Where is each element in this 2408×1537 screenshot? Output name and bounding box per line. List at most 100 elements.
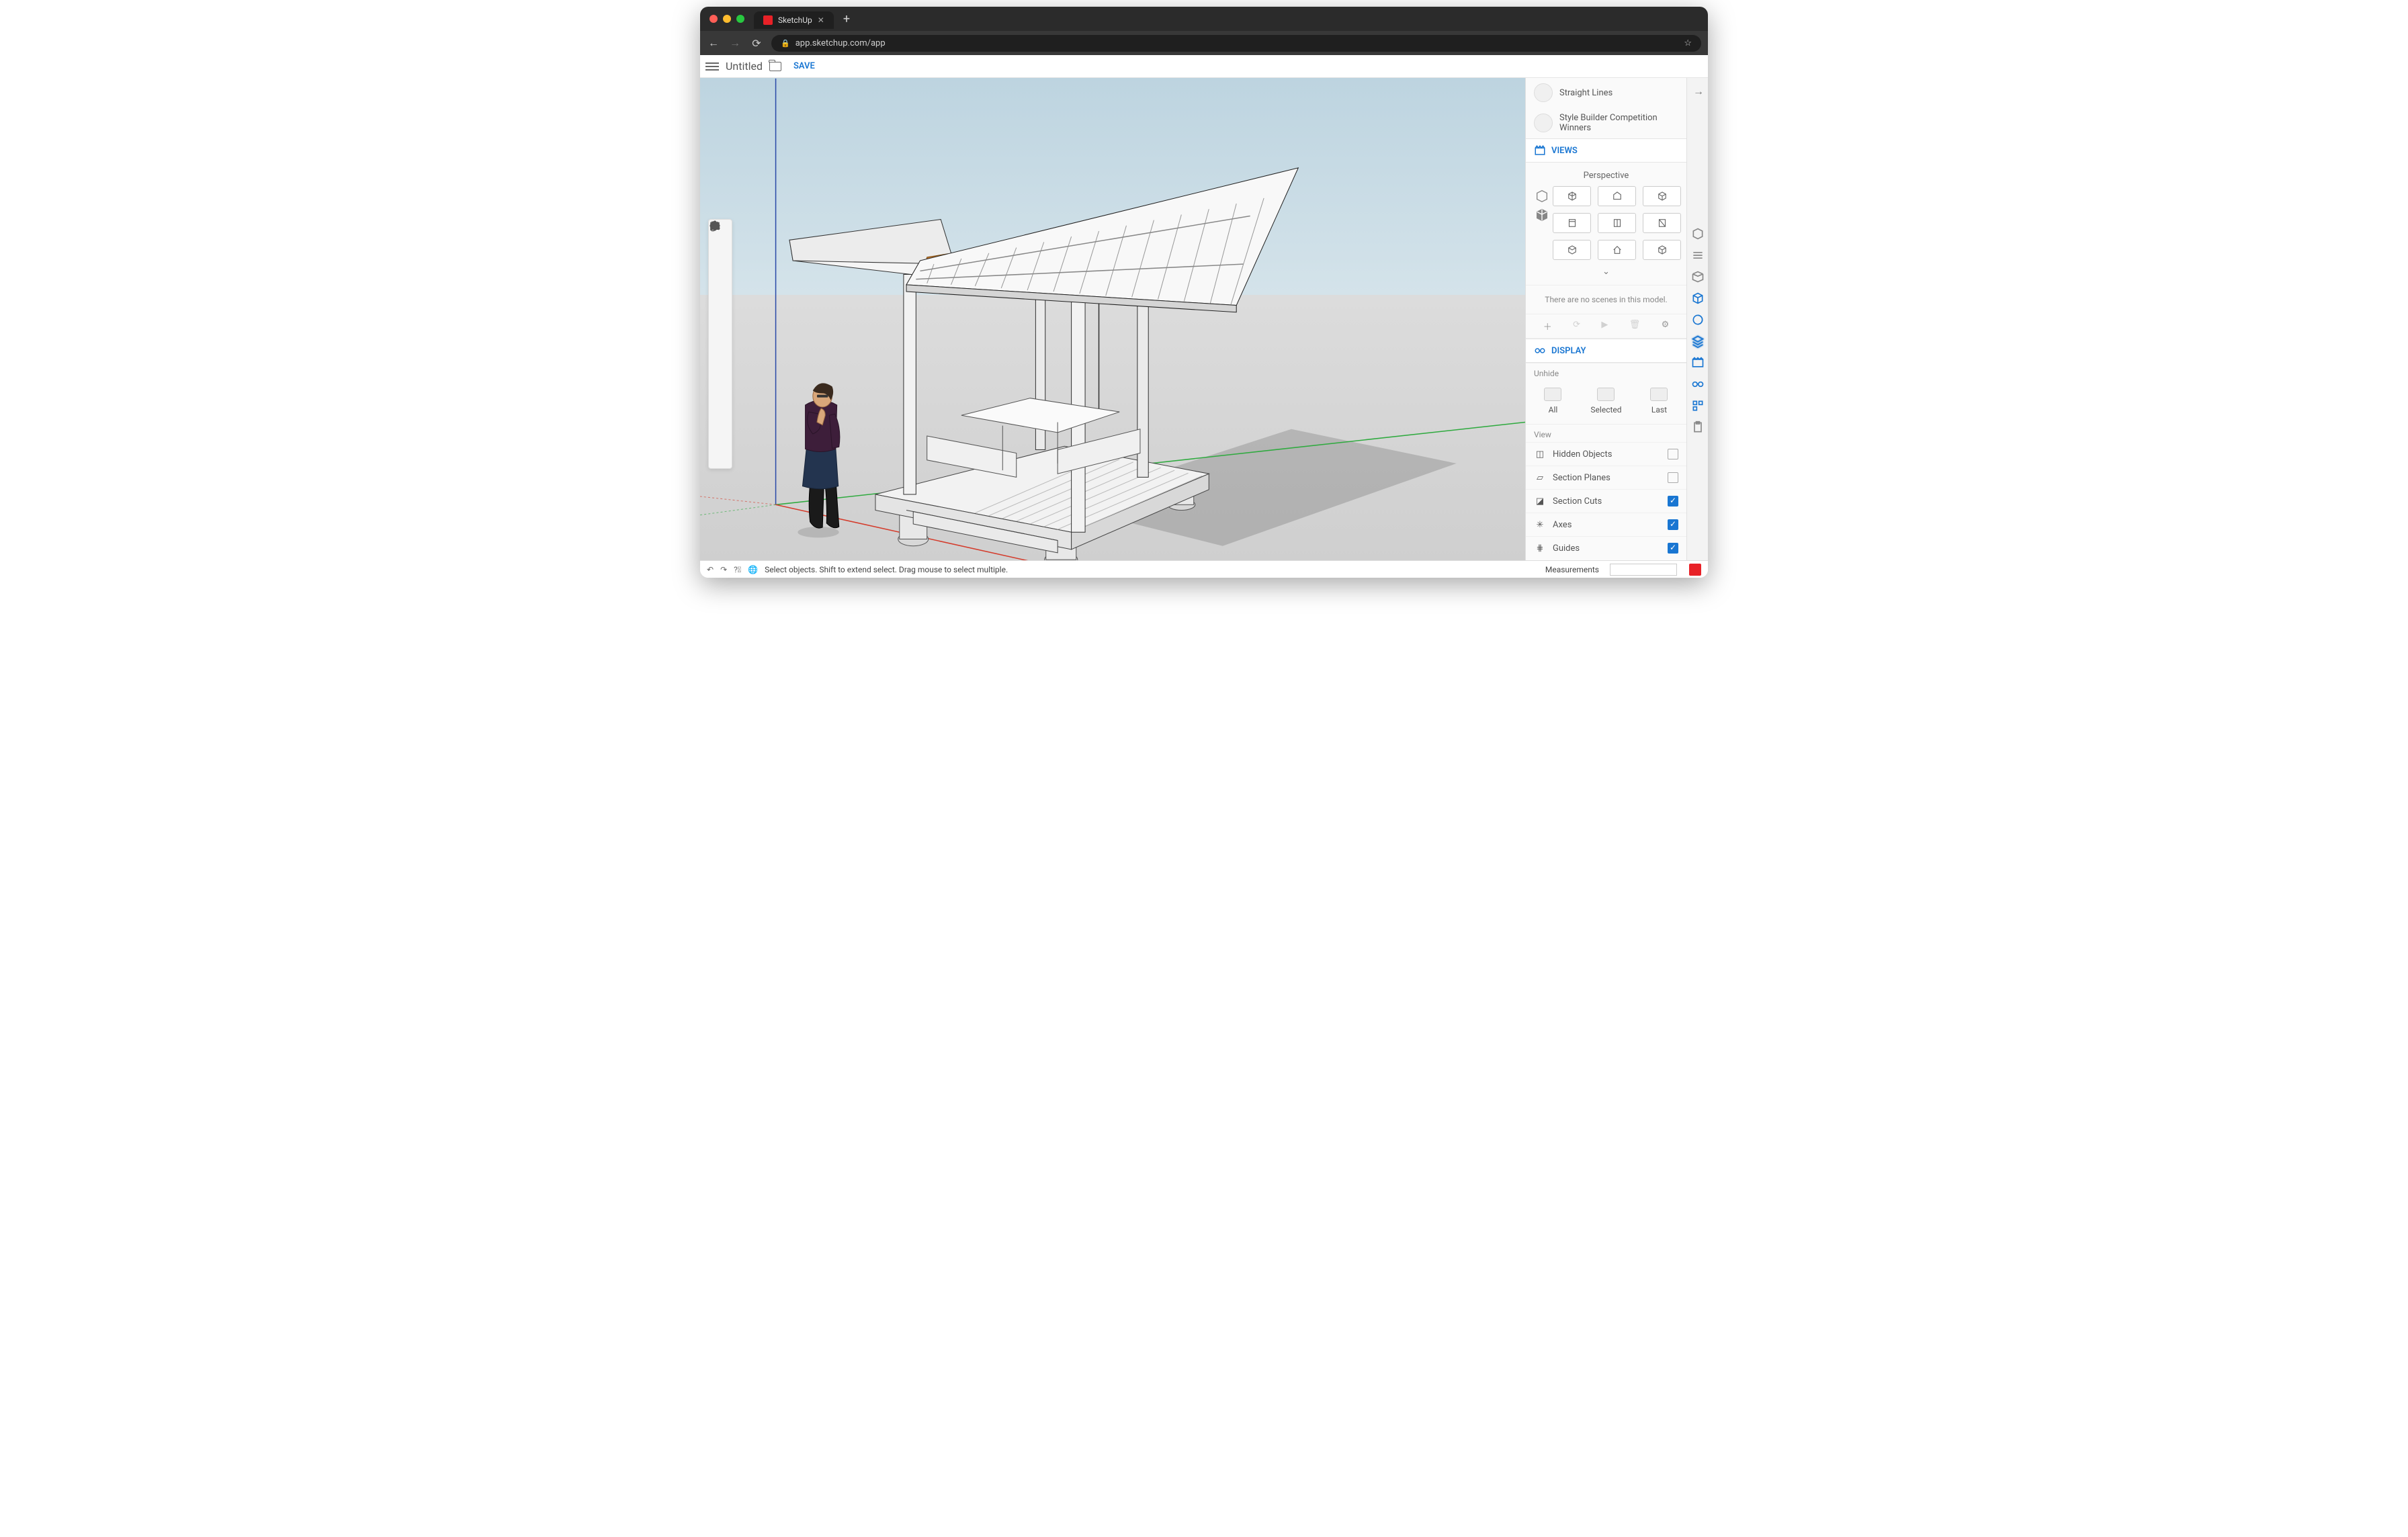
unhide-selected-button[interactable]: Selected — [1590, 388, 1621, 414]
app-window: SketchUp ✕ + ← → ⟳ 🔒 app.sketchup.com/ap… — [700, 7, 1708, 578]
maximize-window-icon[interactable] — [736, 15, 744, 23]
unhide-all-icon — [1544, 388, 1561, 401]
refresh-scene-icon[interactable]: ⟳ — [1573, 320, 1580, 333]
add-scene-icon[interactable]: ＋ — [1543, 320, 1552, 333]
arc-tool-icon[interactable] — [712, 316, 729, 334]
view-home-button[interactable] — [1598, 240, 1636, 260]
close-tab-icon[interactable]: ✕ — [818, 15, 824, 25]
section-cuts-icon: ◪ — [1534, 495, 1546, 507]
scene-settings-icon[interactable]: ⚙ — [1662, 320, 1670, 333]
hidden-objects-icon: ◫ — [1534, 448, 1546, 460]
views-section-header[interactable]: VIEWS — [1526, 138, 1686, 163]
projection-label: Perspective — [1531, 168, 1681, 186]
glasses-icon — [1534, 345, 1546, 357]
move-tool-icon[interactable] — [712, 392, 729, 409]
display-title: DISPLAY — [1551, 346, 1586, 356]
entity-info-icon[interactable] — [1691, 227, 1705, 240]
window-controls[interactable] — [705, 15, 748, 23]
orbit-tool-icon[interactable] — [712, 429, 729, 447]
pencil-tool-icon[interactable] — [712, 298, 729, 315]
toggle-label: Hidden Objects — [1553, 449, 1612, 459]
open-file-icon[interactable] — [769, 62, 781, 71]
play-scene-icon[interactable]: ▶ — [1601, 320, 1608, 333]
select-tool-icon[interactable] — [712, 241, 729, 259]
unhide-all-button[interactable]: All — [1544, 388, 1561, 414]
menu-button[interactable] — [705, 62, 719, 71]
paint-bucket-tool-icon[interactable] — [712, 279, 729, 296]
minimize-window-icon[interactable] — [723, 15, 731, 23]
outliner-icon[interactable] — [1691, 399, 1705, 412]
view-left-button[interactable] — [1643, 213, 1681, 233]
iso-mode-icon[interactable] — [1535, 189, 1549, 204]
toggle-label: Axes — [1553, 520, 1572, 530]
toggle-hidden-objects[interactable]: ◫ Hidden Objects — [1526, 442, 1686, 466]
checkbox-icon[interactable] — [1668, 543, 1678, 554]
toggle-section-cuts[interactable]: ◪ Section Cuts — [1526, 489, 1686, 513]
materials-icon[interactable] — [1691, 292, 1705, 305]
document-title: Untitled — [726, 60, 763, 73]
checkbox-icon[interactable] — [1668, 519, 1678, 530]
new-tab-button[interactable]: + — [839, 12, 854, 26]
perspective-mode-icon[interactable] — [1535, 208, 1549, 222]
reload-button[interactable]: ⟳ — [750, 37, 763, 50]
checkbox-icon[interactable] — [1668, 472, 1678, 483]
sketchup-favicon-icon — [763, 15, 773, 25]
toggle-section-planes[interactable]: ▱ Section Planes — [1526, 466, 1686, 489]
bookmark-star-icon[interactable]: ☆ — [1684, 38, 1692, 48]
warehouse-tool-icon[interactable] — [712, 448, 729, 466]
delete-scene-icon[interactable]: 🗑 — [1629, 320, 1641, 333]
axes-icon: ✳ — [1534, 519, 1546, 531]
display-section-header[interactable]: DISPLAY — [1526, 339, 1686, 363]
viewport[interactable] — [700, 78, 1525, 560]
styles-icon[interactable] — [1691, 313, 1705, 326]
style-item-competition-winners[interactable]: Style Builder Competition Winners — [1526, 107, 1686, 138]
offset-tool-icon[interactable] — [712, 373, 729, 390]
view-top-button[interactable] — [1598, 186, 1636, 206]
style-label: Straight Lines — [1559, 88, 1612, 98]
unhide-last-button[interactable]: Last — [1650, 388, 1668, 414]
style-thumb-icon — [1534, 114, 1553, 132]
unhide-selected-icon — [1597, 388, 1615, 401]
instructor-icon[interactable] — [1691, 249, 1705, 262]
save-button[interactable]: SAVE — [788, 58, 820, 74]
measurements-input[interactable] — [1610, 564, 1677, 576]
style-item-straight-lines[interactable]: Straight Lines — [1526, 78, 1686, 107]
back-button[interactable]: ← — [707, 36, 720, 50]
checkbox-icon[interactable] — [1668, 496, 1678, 507]
scenes-empty-message: There are no scenes in this model. — [1526, 285, 1686, 314]
inspector-panel: Straight Lines Style Builder Competition… — [1525, 78, 1686, 560]
view-right-button[interactable] — [1553, 213, 1591, 233]
close-window-icon[interactable] — [710, 15, 718, 23]
address-bar[interactable]: 🔒 app.sketchup.com/app ☆ — [771, 35, 1701, 52]
view-iso2-button[interactable] — [1643, 240, 1681, 260]
view-bottom-button[interactable] — [1553, 240, 1591, 260]
view-back-button[interactable] — [1598, 213, 1636, 233]
pushpull-tool-icon[interactable] — [712, 354, 729, 371]
display-panel-icon[interactable] — [1691, 378, 1705, 391]
rectangle-tool-icon[interactable] — [712, 335, 729, 353]
forward-button[interactable]: → — [728, 36, 742, 50]
redo-icon[interactable]: ↷ — [720, 565, 727, 574]
scenes-icon[interactable] — [1691, 356, 1705, 369]
unhide-selected-label: Selected — [1590, 405, 1621, 414]
collapse-panel-icon[interactable]: → — [1693, 85, 1708, 98]
language-icon[interactable]: 🌐 — [748, 565, 758, 574]
browser-tab[interactable]: SketchUp ✕ — [754, 11, 834, 29]
components-icon[interactable] — [1691, 270, 1705, 283]
help-icon[interactable]: ?⃝ — [734, 565, 741, 574]
status-hint: Select objects. Shift to extend select. … — [765, 565, 1008, 574]
scene-svg — [700, 78, 1525, 560]
toggle-guides[interactable]: ⋕ Guides — [1526, 536, 1686, 560]
view-front-button[interactable] — [1643, 186, 1681, 206]
undo-icon[interactable]: ↶ — [707, 565, 714, 574]
clapperboard-icon — [1534, 144, 1546, 157]
clipboard-icon[interactable] — [1691, 421, 1705, 434]
view-iso-button[interactable] — [1553, 186, 1591, 206]
checkbox-icon[interactable] — [1668, 449, 1678, 459]
toggle-axes[interactable]: ✳ Axes — [1526, 513, 1686, 536]
layers-icon[interactable] — [1691, 335, 1705, 348]
scale-figure — [798, 383, 840, 537]
tape-measure-tool-icon[interactable] — [712, 410, 729, 428]
views-expand-icon[interactable]: ⌄ — [1531, 260, 1681, 277]
eraser-tool-icon[interactable] — [712, 260, 729, 277]
